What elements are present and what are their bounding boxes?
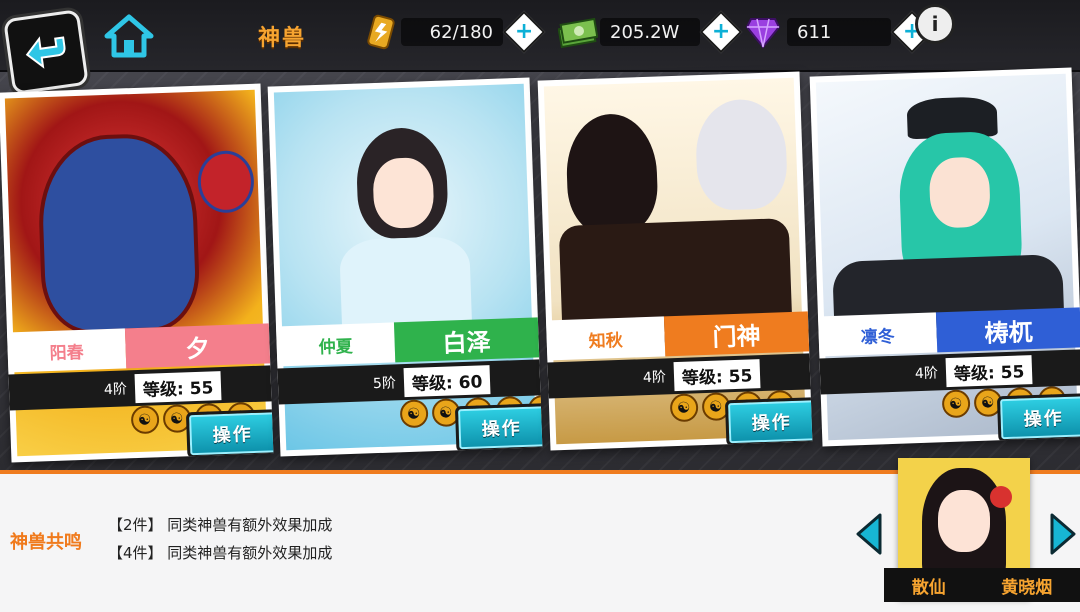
gem-resource: 611 + <box>745 10 934 54</box>
card-level: 等级: 55 <box>673 358 761 391</box>
info-icon: i <box>931 12 939 36</box>
next-arrow-icon[interactable] <box>1048 512 1078 556</box>
card-level: 等级: 55 <box>945 354 1033 387</box>
character-face-shape <box>372 156 435 230</box>
card-tier: 5阶 <box>372 375 397 393</box>
portrait-face-shape <box>938 490 990 552</box>
card-tier: 4阶 <box>103 381 128 399</box>
card-season-name: 凛冬 <box>817 312 938 357</box>
character-label: 散仙 黄晓烟 <box>884 568 1080 602</box>
tier-mark-icon: ☯ <box>399 399 429 429</box>
card-tier: 4阶 <box>914 365 939 383</box>
hair-ornament-icon <box>990 486 1012 508</box>
beast-card[interactable]: 阳春 夕 4阶 等级: 55 ☯ ☯ ☯ ☯ 操作 <box>0 83 274 463</box>
energy-drink-icon <box>367 14 395 50</box>
operate-button[interactable]: 操作 <box>724 397 813 447</box>
gold-resource: 205.2W + <box>558 10 743 54</box>
tier-mark-icon: ☯ <box>130 405 160 435</box>
previous-arrow-icon[interactable] <box>854 512 884 556</box>
card-season-name: 知秋 <box>545 316 666 361</box>
gold-value: 205.2W <box>600 18 700 46</box>
card-level: 等级: 60 <box>403 364 491 397</box>
home-button[interactable] <box>104 14 154 58</box>
info-button[interactable]: i <box>915 4 955 44</box>
back-button[interactable] <box>3 9 89 95</box>
beast-mask-shape <box>196 149 255 214</box>
card-tier: 4阶 <box>642 369 667 387</box>
character-hair-shape <box>564 112 659 236</box>
cash-icon <box>558 17 598 48</box>
character-name: 黄晓烟 <box>1001 577 1053 598</box>
card-season-name: 仲夏 <box>275 322 396 367</box>
home-icon <box>104 14 154 58</box>
card-beast-title: 梼杌 <box>935 307 1080 353</box>
plus-icon: + <box>514 19 534 44</box>
stamina-value: 62/180 <box>401 18 503 46</box>
add-gold-button[interactable]: + <box>699 10 743 54</box>
character-hair-shape <box>694 98 789 212</box>
tier-mark-icon: ☯ <box>669 393 699 423</box>
beast-card[interactable]: 凛冬 梼杌 4阶 等级: 55 ☯ ☯ ☯ ☯ 操作 <box>809 67 1080 447</box>
card-level: 等级: 55 <box>134 370 222 403</box>
operate-button[interactable]: 操作 <box>185 409 274 459</box>
character-face-shape <box>928 156 991 229</box>
add-stamina-button[interactable]: + <box>502 10 546 54</box>
character-role: 散仙 <box>911 577 946 598</box>
card-season-name: 阳春 <box>6 328 127 373</box>
operate-button[interactable]: 操作 <box>454 403 543 453</box>
card-beast-title: 门神 <box>663 311 810 357</box>
resonance-bonus-4: 【4件】 同类神兽有额外效果加成 <box>108 544 333 562</box>
tier-mark-icon: ☯ <box>941 389 971 419</box>
operate-button[interactable]: 操作 <box>996 393 1080 443</box>
beast-card[interactable]: 仲夏 白泽 5阶 等级: 60 ☯ ☯ ☯ ☯ ☯ 操作 <box>267 77 543 457</box>
resonance-label: 神兽共鸣 <box>10 532 82 553</box>
resonance-bonus-2: 【2件】 同类神兽有额外效果加成 <box>108 516 333 534</box>
page-title: 神兽 <box>258 26 307 51</box>
plus-icon: + <box>711 19 731 44</box>
card-beast-title: 夕 <box>124 323 271 369</box>
stamina-resource: 62/180 + <box>365 10 546 54</box>
back-arrow-icon <box>25 36 66 69</box>
beast-body-shape <box>36 131 202 336</box>
diamond-icon <box>745 18 781 49</box>
gem-value: 611 <box>787 18 891 46</box>
card-beast-title: 白泽 <box>393 317 540 363</box>
beast-card[interactable]: 知秋 门神 4阶 等级: 55 ☯ ☯ ☯ ☯ 操作 <box>537 71 813 451</box>
